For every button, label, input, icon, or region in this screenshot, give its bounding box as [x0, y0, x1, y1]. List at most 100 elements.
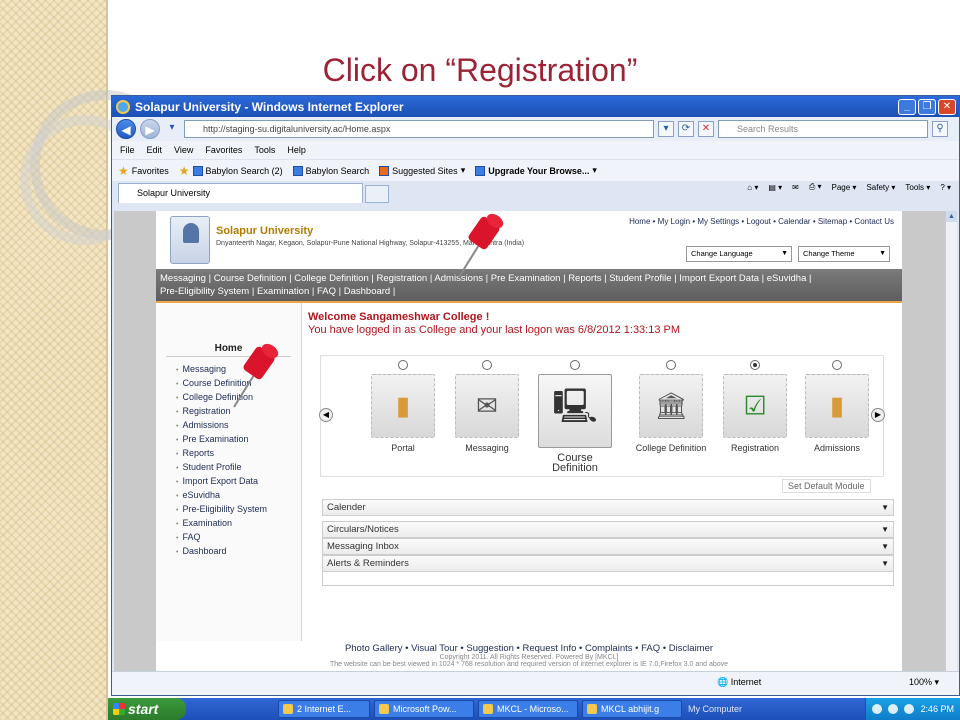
page-viewport: Solapur University Dnyanteerth Nagar, Ke… — [114, 211, 946, 673]
tab-solapur-university[interactable]: Solapur University — [118, 183, 363, 203]
sidebar-item-import-export-data[interactable]: Import Export Data — [176, 475, 301, 489]
back-button[interactable]: ◀ — [116, 119, 136, 139]
module-radio[interactable] — [398, 360, 408, 370]
nav-line-1[interactable]: Messaging | Course Definition | College … — [160, 272, 898, 285]
task-powerpoint[interactable]: Microsoft Pow... — [374, 700, 474, 718]
change-language-select[interactable]: Change Language ▼ — [686, 246, 792, 262]
my-computer-label: My Computer — [688, 704, 743, 714]
minimize-button[interactable]: _ — [898, 98, 916, 115]
print-icon[interactable]: ⎙ ▾ — [809, 182, 822, 192]
home-icon[interactable]: ⌂ ▾ — [747, 183, 758, 192]
url-field[interactable]: http://staging-su.digitaluniversity.ac/H… — [184, 120, 654, 138]
menu-view[interactable]: View — [174, 145, 193, 155]
favorite-link[interactable]: Babylon Search — [292, 165, 369, 176]
close-button[interactable]: ✕ — [938, 98, 956, 115]
sidebar-item-admissions[interactable]: Admissions — [176, 419, 301, 433]
page-menu[interactable]: Page ▾ — [832, 183, 857, 192]
change-theme-select[interactable]: Change Theme ▼ — [798, 246, 890, 262]
scroll-up-arrow[interactable]: ▲ — [946, 211, 957, 222]
slide-title: Click on “Registration” — [322, 52, 638, 88]
search-icon[interactable]: ⚲ — [932, 121, 948, 137]
maximize-button[interactable]: ❐ — [918, 98, 936, 115]
copyright: Copyright 2011. All Rights Reserved. Pow… — [439, 654, 619, 661]
expand-icon[interactable]: ▼ — [881, 500, 889, 515]
command-bar: ⌂ ▾ ▤ ▾ ✉ ⎙ ▾ Page ▾ Safety ▾ Tools ▾ ? … — [747, 182, 951, 192]
tools-menu[interactable]: Tools ▾ — [905, 183, 930, 192]
feeds-icon[interactable]: ▤ ▾ — [768, 183, 782, 192]
module-radio[interactable] — [666, 360, 676, 370]
menu-help[interactable]: Help — [287, 145, 306, 155]
module-radio[interactable] — [832, 360, 842, 370]
module-radio-selected[interactable] — [750, 360, 760, 370]
stop-button[interactable]: ✕ — [698, 121, 714, 137]
refresh-button[interactable]: ⟳ — [678, 121, 694, 137]
menu-file[interactable]: File — [120, 145, 135, 155]
module-portal[interactable]: ▮ Portal — [361, 356, 445, 476]
safety-menu[interactable]: Safety ▾ — [866, 183, 895, 192]
set-default-module-button[interactable]: Set Default Module — [782, 479, 871, 493]
menu-edit[interactable]: Edit — [147, 145, 163, 155]
forward-button[interactable]: ▶ — [140, 119, 160, 139]
mail-icon[interactable]: ✉ — [792, 183, 799, 192]
url-dropdown[interactable]: ▾ — [658, 121, 674, 137]
module-radio[interactable] — [570, 360, 580, 370]
panel-messaging-inbox[interactable]: Messaging Inbox ▼ — [322, 538, 894, 555]
footer-links[interactable]: Photo Gallery • Visual Tour • Suggestion… — [156, 643, 902, 654]
sidebar-item-reports[interactable]: Reports — [176, 447, 301, 461]
favorite-link[interactable]: Upgrade Your Browse... ▾ — [475, 165, 597, 176]
module-course-definition[interactable]: 🖳 Course Definition — [533, 356, 617, 476]
windows-taskbar: start 2 Internet E... Microsoft Pow... M… — [108, 698, 960, 720]
tray-icon[interactable] — [888, 704, 899, 714]
task-mkcl-chat[interactable]: MKCL abhijit.g — [582, 700, 682, 718]
sidebar-item-dashboard[interactable]: Dashboard — [176, 545, 301, 559]
site-header: Solapur University Dnyanteerth Nagar, Ke… — [156, 211, 902, 269]
tray-icon[interactable] — [904, 704, 915, 714]
module-admissions[interactable]: ▮ Admissions — [795, 356, 879, 476]
favorites-button[interactable]: ★ Favorites — [118, 164, 169, 178]
start-button[interactable]: start — [108, 698, 186, 720]
main-navigation[interactable]: Messaging | Course Definition | College … — [156, 269, 902, 301]
search-input[interactable]: Search Results — [718, 120, 928, 138]
pushpin-registration-nav — [458, 213, 504, 278]
zoom-level[interactable]: 100% ▾ — [909, 677, 939, 688]
sidebar-item-pre-examination[interactable]: Pre Examination — [176, 433, 301, 447]
top-links[interactable]: Home • My Login • My Settings • Logout •… — [629, 217, 894, 226]
window-titlebar: Solapur University - Windows Internet Ex… — [112, 96, 959, 117]
expand-icon[interactable]: ▼ — [881, 556, 889, 571]
module-messaging[interactable]: ✉ Messaging — [445, 356, 529, 476]
favorite-link[interactable]: Suggested Sites ▾ — [379, 165, 465, 176]
menu-favorites[interactable]: Favorites — [205, 145, 242, 155]
mail-icon: ✉ — [476, 390, 498, 421]
sidebar-item-examination[interactable]: Examination — [176, 517, 301, 531]
expand-icon[interactable]: ▼ — [881, 522, 889, 537]
sidebar-item-esuvidha[interactable]: eSuvidha — [176, 489, 301, 503]
carousel-left-arrow[interactable]: ◀ — [319, 408, 333, 422]
address-bar: ◀ ▶ ▾ http://staging-su.digitaluniversit… — [112, 117, 959, 141]
menu-tools[interactable]: Tools — [254, 145, 275, 155]
expand-icon[interactable]: ▼ — [881, 539, 889, 554]
panel-circulars[interactable]: Circulars/Notices ▼ — [322, 521, 894, 538]
task-internet-explorer[interactable]: 2 Internet E... — [278, 700, 370, 718]
favorite-link[interactable]: ★ Babylon Search (2) — [179, 164, 283, 178]
vertical-scrollbar[interactable]: ▲ — [945, 211, 957, 673]
panel-alerts[interactable]: Alerts & Reminders ▼ — [322, 555, 894, 572]
tray-icon[interactable] — [872, 704, 883, 714]
nav-line-2[interactable]: Pre-Eligibility System | Examination | F… — [160, 285, 898, 298]
new-tab-button[interactable] — [365, 185, 389, 203]
sidebar-item-student-profile[interactable]: Student Profile — [176, 461, 301, 475]
carousel-right-arrow[interactable]: ▶ — [871, 408, 885, 422]
help-icon[interactable]: ? ▾ — [940, 183, 951, 192]
module-radio[interactable] — [482, 360, 492, 370]
module-college-definition[interactable]: 🏛 College Definition — [629, 356, 713, 476]
module-registration[interactable]: ☑ Registration — [713, 356, 797, 476]
page-icon — [192, 165, 203, 176]
star-icon: ★ — [118, 163, 129, 178]
window-title: Solapur University - Windows Internet Ex… — [135, 99, 404, 114]
university-logo — [170, 216, 210, 264]
history-dropdown[interactable]: ▾ — [164, 121, 180, 137]
task-mkcl-word[interactable]: MKCL - Microso... — [478, 700, 578, 718]
panel-calendar[interactable]: Calender ▼ — [322, 499, 894, 516]
sidebar-item-faq[interactable]: FAQ — [176, 531, 301, 545]
university-name: Solapur University — [216, 225, 314, 237]
sidebar-item-pre-eligibility-system[interactable]: Pre-Eligibility System — [176, 503, 301, 517]
